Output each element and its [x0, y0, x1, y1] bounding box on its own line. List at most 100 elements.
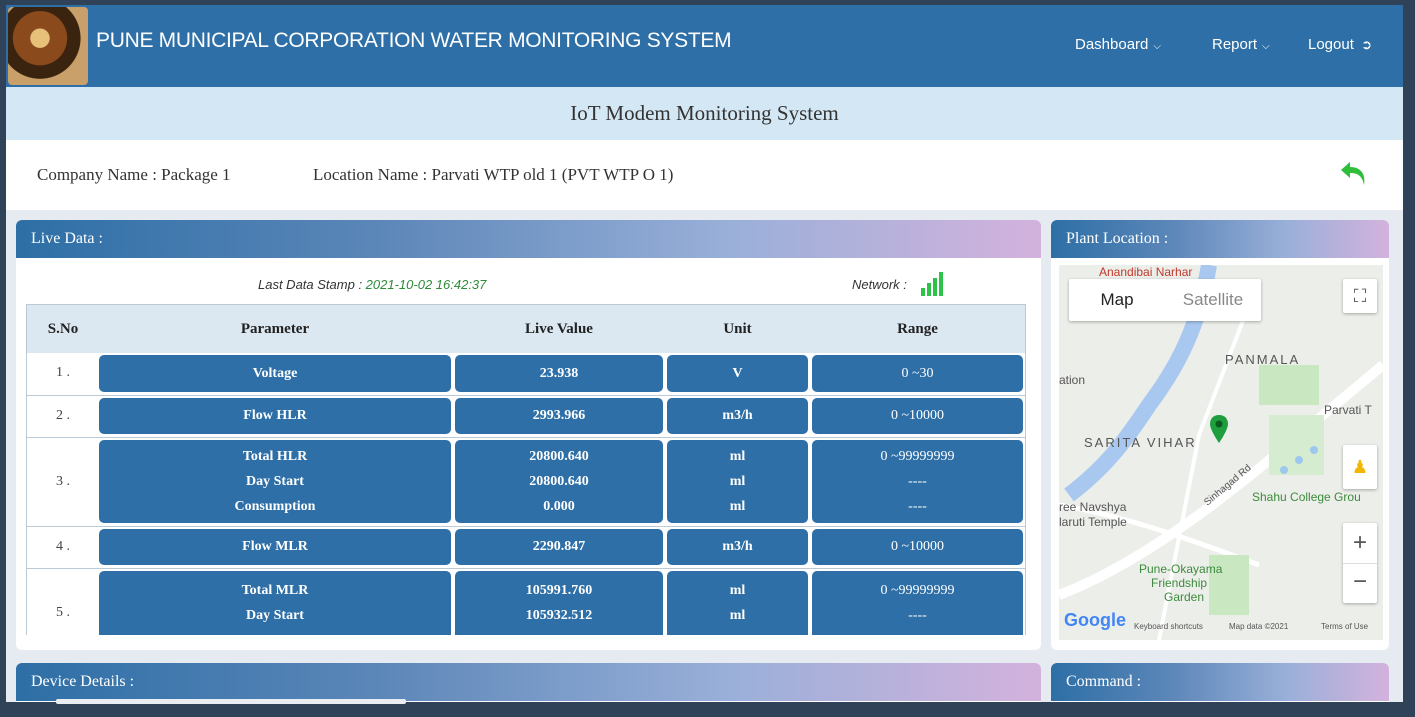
parameter-name: Total MLR	[241, 582, 309, 598]
stamp-label: Last Data Stamp :	[258, 277, 366, 292]
table-row: 5 . Total MLR Day Start 105991.760 10593…	[26, 569, 1026, 635]
range: 0 ~30	[901, 365, 934, 381]
satellite-button[interactable]: Satellite	[1165, 279, 1261, 321]
parameter-name: Consumption	[234, 498, 316, 514]
nav-logout[interactable]: Logout ➲	[1308, 36, 1372, 53]
col-range: Range	[897, 321, 938, 337]
logout-icon: ➲	[1361, 37, 1372, 52]
zoom-in-icon[interactable]: +	[1343, 523, 1377, 563]
table-header: S.No Parameter Live Value Unit Range	[26, 304, 1026, 354]
map-label: ree Navshya	[1059, 500, 1127, 514]
col-parameter: Parameter	[240, 321, 310, 337]
info-bar: Company Name : Package 1 Location Name :…	[6, 140, 1403, 210]
unit: ml	[729, 448, 746, 464]
unit: m3/h	[722, 539, 753, 554]
table-row: 4 . Flow MLR 2290.847 m3/h 0 ~10000	[26, 527, 1026, 569]
fullscreen-icon[interactable]: ⛶	[1343, 279, 1377, 313]
horizontal-scrollbar[interactable]	[56, 699, 406, 704]
map-canvas	[1059, 265, 1383, 640]
terms-link[interactable]: Terms of Use	[1321, 622, 1368, 631]
network-label: Network :	[852, 277, 907, 292]
unit: ml	[729, 582, 746, 598]
top-navbar: PUNE MUNICIPAL CORPORATION WATER MONITOR…	[6, 5, 1403, 87]
nav-report[interactable]: Report ⌵	[1212, 36, 1270, 53]
parameter-cell: Total MLR Day Start	[99, 571, 451, 635]
row-sno: 3 .	[56, 474, 70, 489]
map-data-text: Map data ©2021	[1229, 622, 1289, 631]
value-cell: 2290.847	[455, 529, 663, 565]
table-row: 2 . Flow HLR 2993.966 m3/h 0 ~10000	[26, 396, 1026, 438]
parameter-name: Flow HLR	[243, 408, 307, 423]
location-name: Location Name : Parvati WTP old 1 (PVT W…	[313, 165, 674, 184]
range-cell: 0 ~99999999 ----	[812, 571, 1023, 635]
range: 0 ~10000	[890, 539, 945, 554]
nav-logout-label: Logout	[1308, 36, 1354, 53]
value-cell: 105991.760 105932.512	[455, 571, 663, 635]
live-value: 2993.966	[532, 408, 586, 423]
map-button[interactable]: Map	[1069, 279, 1165, 321]
range: ----	[908, 498, 927, 514]
unit: m3/h	[722, 408, 753, 423]
parameter-name: Flow MLR	[242, 539, 308, 554]
live-value: 105991.760	[525, 582, 593, 598]
keyboard-shortcuts-link[interactable]: Keyboard shortcuts	[1134, 622, 1203, 631]
zoom-out-icon[interactable]: −	[1343, 563, 1377, 604]
map-label: PANMALA	[1225, 352, 1301, 367]
map-label: laruti Temple	[1059, 515, 1127, 529]
map-label: Garden	[1164, 590, 1205, 604]
map-label: Parvati T	[1324, 403, 1372, 417]
row-sno: 5 .	[56, 605, 70, 620]
range: 0 ~99999999	[880, 582, 955, 598]
command-panel: Command :	[1051, 663, 1389, 702]
unit-cell: ml ml	[667, 571, 808, 635]
location-map[interactable]: Anandibai Narhar Map Satellite ⛶ PANMALA…	[1059, 265, 1383, 640]
stamp-value: 2021-10-02 16:42:37	[365, 277, 487, 292]
live-value: 105932.512	[525, 607, 593, 623]
range: ----	[908, 607, 927, 623]
live-data-panel: Live Data : Last Data Stamp : 2021-10-02…	[16, 220, 1041, 650]
unit-cell: m3/h	[667, 529, 808, 565]
company-name: Company Name : Package 1	[37, 165, 231, 184]
network-status: Network :	[852, 277, 907, 292]
map-label: SARITA VIHAR	[1084, 435, 1197, 450]
parameter-name: Day Start	[246, 473, 304, 489]
nav-report-label: Report	[1212, 36, 1258, 53]
pmc-logo	[8, 7, 88, 85]
plant-location-header: Plant Location :	[1051, 220, 1389, 258]
range: 0 ~99999999	[880, 448, 955, 464]
range: 0 ~10000	[890, 408, 945, 423]
zoom-controls: + −	[1343, 523, 1377, 603]
pegman-icon[interactable]: ♟	[1343, 445, 1377, 489]
table-row: 1 . Voltage 23.938 V 0 ~30	[26, 353, 1026, 396]
row-sno: 1 .	[56, 365, 70, 380]
map-label: ation	[1059, 373, 1086, 387]
chevron-down-icon: ⌵	[1153, 41, 1161, 52]
map-type-toggle: Map Satellite	[1069, 279, 1261, 321]
row-sno: 2 .	[56, 408, 70, 423]
col-live-value: Live Value	[525, 321, 593, 337]
live-data-header: Live Data :	[16, 220, 1041, 258]
location-pin-icon[interactable]	[1210, 415, 1228, 443]
app-frame: PUNE MUNICIPAL CORPORATION WATER MONITOR…	[6, 5, 1403, 702]
range-cell: 0 ~30	[812, 355, 1023, 392]
table-row: 3 . Total HLR Day Start Consumption 2080…	[26, 438, 1026, 527]
col-sno: S.No	[47, 321, 79, 337]
live-value: 23.938	[539, 365, 579, 381]
nav-dashboard[interactable]: Dashboard ⌵	[1075, 36, 1161, 53]
parameter-cell: Flow HLR	[99, 398, 451, 434]
live-value: 20800.640	[529, 473, 589, 489]
parameter-cell: Total HLR Day Start Consumption	[99, 440, 451, 523]
unit-cell: ml ml ml	[667, 440, 808, 523]
device-details-panel: Device Details :	[16, 663, 1041, 702]
parameter-cell: Voltage	[99, 355, 451, 392]
chevron-down-icon: ⌵	[1262, 41, 1270, 52]
range-cell: 0 ~10000	[812, 529, 1023, 565]
parameter-name: Voltage	[252, 365, 298, 381]
unit: ml	[729, 473, 746, 489]
command-header: Command :	[1051, 663, 1389, 701]
live-value: 2290.847	[532, 539, 586, 554]
back-arrow-icon[interactable]	[1338, 158, 1370, 190]
range-cell: 0 ~99999999 ---- ----	[812, 440, 1023, 523]
signal-bars-icon	[921, 272, 947, 296]
range-cell: 0 ~10000	[812, 398, 1023, 434]
